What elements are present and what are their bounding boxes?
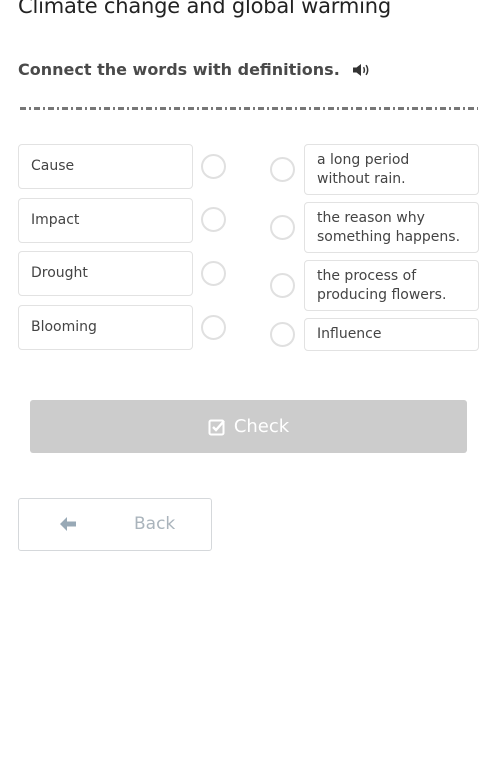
check-label: Check bbox=[233, 416, 290, 437]
word-connector-blooming[interactable] bbox=[201, 315, 226, 340]
definition-item-4[interactable]: Influence bbox=[304, 318, 479, 351]
arrow-left-icon bbox=[60, 517, 76, 531]
speaker-icon[interactable] bbox=[352, 62, 372, 78]
checkbox-check-icon bbox=[208, 419, 225, 435]
definition-item-1[interactable]: a long period without rain. bbox=[304, 144, 479, 195]
dashed-separator bbox=[20, 107, 478, 110]
word-item-impact[interactable]: Impact bbox=[18, 198, 193, 243]
word-label: Blooming bbox=[31, 319, 97, 335]
instruction-text: Connect the words with definitions. bbox=[18, 60, 340, 79]
definition-item-2[interactable]: the reason why something happens. bbox=[304, 202, 479, 253]
back-button[interactable]: Back bbox=[18, 498, 212, 551]
definition-connector-4[interactable] bbox=[270, 322, 295, 347]
definition-item-3[interactable]: the process of producing flowers. bbox=[304, 260, 479, 311]
word-connector-impact[interactable] bbox=[201, 207, 226, 232]
word-item-drought[interactable]: Drought bbox=[18, 251, 193, 296]
back-label: Back bbox=[134, 514, 176, 534]
word-label: Cause bbox=[31, 158, 75, 174]
word-label: Drought bbox=[31, 265, 88, 281]
check-button[interactable]: Check bbox=[30, 400, 467, 453]
page-title: Climate change and global warming bbox=[18, 0, 391, 18]
definition-connector-1[interactable] bbox=[270, 157, 295, 182]
definition-label: a long period without rain. bbox=[317, 152, 410, 187]
instruction-heading: Connect the words with definitions. bbox=[18, 60, 372, 79]
definition-label: the reason why something happens. bbox=[317, 210, 461, 245]
definition-connector-2[interactable] bbox=[270, 215, 295, 240]
word-item-blooming[interactable]: Blooming bbox=[18, 305, 193, 350]
definition-label: Influence bbox=[317, 326, 382, 342]
word-connector-cause[interactable] bbox=[201, 154, 226, 179]
definition-label: the process of producing flowers. bbox=[317, 268, 447, 303]
word-item-cause[interactable]: Cause bbox=[18, 144, 193, 189]
word-label: Impact bbox=[31, 212, 80, 228]
definition-connector-3[interactable] bbox=[270, 273, 295, 298]
word-connector-drought[interactable] bbox=[201, 261, 226, 286]
